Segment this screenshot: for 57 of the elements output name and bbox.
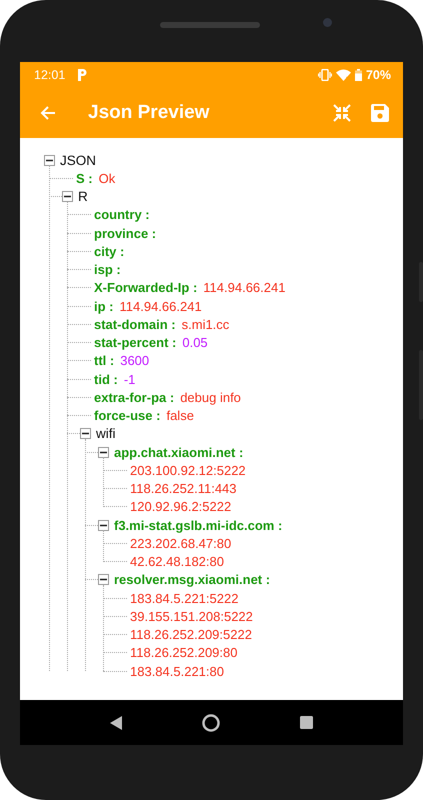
- toggle-icon[interactable]: [80, 428, 91, 440]
- property-key: ttl :: [94, 353, 114, 368]
- collapse-arrows-icon: [333, 104, 351, 122]
- notification-icon: [77, 69, 88, 81]
- wifi-icon: [336, 69, 351, 81]
- property-value: 3600: [120, 353, 150, 368]
- toggle-icon[interactable]: [44, 154, 55, 166]
- save-icon: [371, 104, 389, 122]
- array-item: 183.84.5.221:80: [130, 664, 224, 679]
- toggle-icon[interactable]: [98, 574, 109, 586]
- array-item: 39.155.151.208:5222: [130, 608, 253, 624]
- property-value: 114.94.66.241: [120, 298, 202, 314]
- property-key: force-use :: [94, 408, 160, 424]
- property-key: tid :: [94, 372, 118, 387]
- array-item: 42.62.48.182:80: [130, 554, 224, 570]
- property-value: s.mi1.cc: [182, 316, 230, 332]
- array-item: 118.26.252.11:443: [130, 481, 237, 496]
- property-key: ip :: [94, 298, 114, 314]
- property-value: -1: [124, 372, 136, 387]
- camera-lens: [323, 18, 332, 27]
- node-label: JSON: [60, 152, 96, 168]
- property-value: 0.05: [182, 335, 208, 350]
- home-icon[interactable]: [202, 714, 220, 732]
- node-label: wifi: [96, 426, 116, 442]
- property-value: false: [166, 408, 194, 424]
- property-key: X-Forwarded-Ip :: [94, 280, 198, 296]
- node-label: R: [78, 189, 88, 204]
- array-item: 203.100.92.12:5222: [130, 462, 246, 478]
- vibrate-icon: [318, 69, 332, 81]
- property-key: isp :: [94, 262, 121, 278]
- toggle-icon[interactable]: [62, 191, 73, 202]
- screen-title: Json Preview: [88, 102, 210, 124]
- property-key: country :: [94, 207, 150, 222]
- array-item: 120.92.96.2:5222: [130, 499, 232, 514]
- array-item: 118.26.252.209:80: [130, 645, 238, 660]
- toggle-icon[interactable]: [98, 520, 109, 531]
- array-item: 183.84.5.221:5222: [130, 590, 238, 606]
- array-item: 223.202.68.47:80: [130, 536, 232, 551]
- array-item: 118.26.252.209:5222: [130, 627, 252, 642]
- property-key: S :: [76, 170, 93, 186]
- property-key: stat-percent :: [94, 335, 176, 350]
- battery-level: 70%: [366, 68, 391, 82]
- array-key: f3.mi-stat.gslb.mi-idc.com :: [114, 518, 282, 533]
- property-key: city :: [94, 244, 124, 259]
- toggle-icon[interactable]: [98, 446, 109, 458]
- clock: 12:01: [34, 68, 66, 82]
- array-key: resolver.msg.xiaomi.net :: [114, 572, 270, 588]
- array-key: app.chat.xiaomi.net :: [114, 444, 244, 460]
- property-value: 114.94.66.241: [203, 280, 286, 296]
- battery-icon: [354, 69, 362, 81]
- back-arrow-icon: [40, 105, 56, 121]
- back-icon[interactable]: [110, 716, 122, 730]
- property-key: stat-domain :: [94, 316, 176, 332]
- property-value: debug info: [180, 390, 241, 405]
- property-value: Ok: [98, 170, 116, 186]
- property-key: extra-for-pa :: [94, 390, 174, 405]
- property-key: province :: [94, 226, 156, 241]
